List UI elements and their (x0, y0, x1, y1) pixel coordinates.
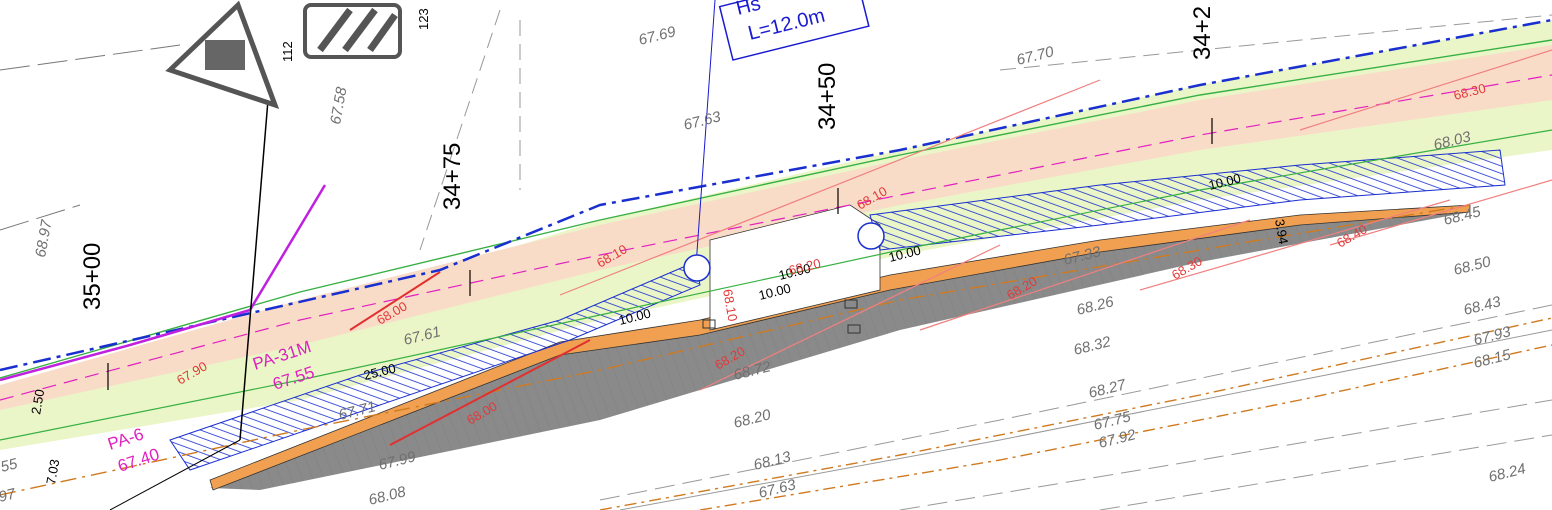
spot-elevation: 68.43 (1462, 293, 1503, 319)
spot-elevation: 67.93 (1472, 323, 1513, 349)
spot-elevation: 67.63 (757, 476, 798, 502)
drawing-svg: 35+0034+7534+5034+267.6967.7067.58 67.636… (0, 0, 1552, 510)
sign-number-123: 123 (416, 8, 431, 30)
spot-elevation: 97 (0, 485, 18, 506)
spot-elevation: 67.63 (682, 108, 723, 134)
sign-number-112: 112 (280, 41, 295, 62)
cad-plan-view: 35+00 34+75 34+50 34+2 67.69 67.70 67.58 67.63 6… (0, 0, 1552, 510)
spot-elevation: 68.32 (1072, 333, 1113, 359)
station-label: 34+75 (439, 143, 466, 210)
station-label: 34+2 (1189, 6, 1216, 60)
leader-pa6 (109, 439, 241, 510)
spot-elevation: 55 (0, 455, 20, 476)
spot-elevation: 67.58 (327, 85, 350, 126)
spot-elevation: 68.26 (1075, 293, 1116, 319)
catch-basin-2 (857, 222, 885, 250)
station-label: 35+00 (79, 243, 106, 310)
spot-elevation: 68.15 (1472, 346, 1513, 372)
dimension-label: 7.03 (43, 458, 62, 486)
spot-elevation: 68.50 (1452, 253, 1493, 279)
spot-elevation: 67.69 (637, 23, 678, 49)
station-label: 34+50 (814, 63, 841, 130)
catch-basin-1 (683, 254, 711, 282)
hatched-sign-icon (303, 3, 402, 59)
spot-elevation: 68.24 (1487, 460, 1528, 486)
spot-elevation: 68.20 (732, 406, 773, 432)
spot-elevation: 68.97 (32, 218, 55, 259)
lower-gray-line-3 (899, 399, 1552, 510)
lower-gray-line-4 (1099, 434, 1552, 510)
spot-elevation: 68.13 (752, 448, 793, 474)
spot-elevation: 68.08 (367, 483, 408, 509)
survey-line-1 (0, 44, 181, 71)
road-sign-icon (165, 0, 280, 110)
survey-line-4 (419, 9, 501, 251)
